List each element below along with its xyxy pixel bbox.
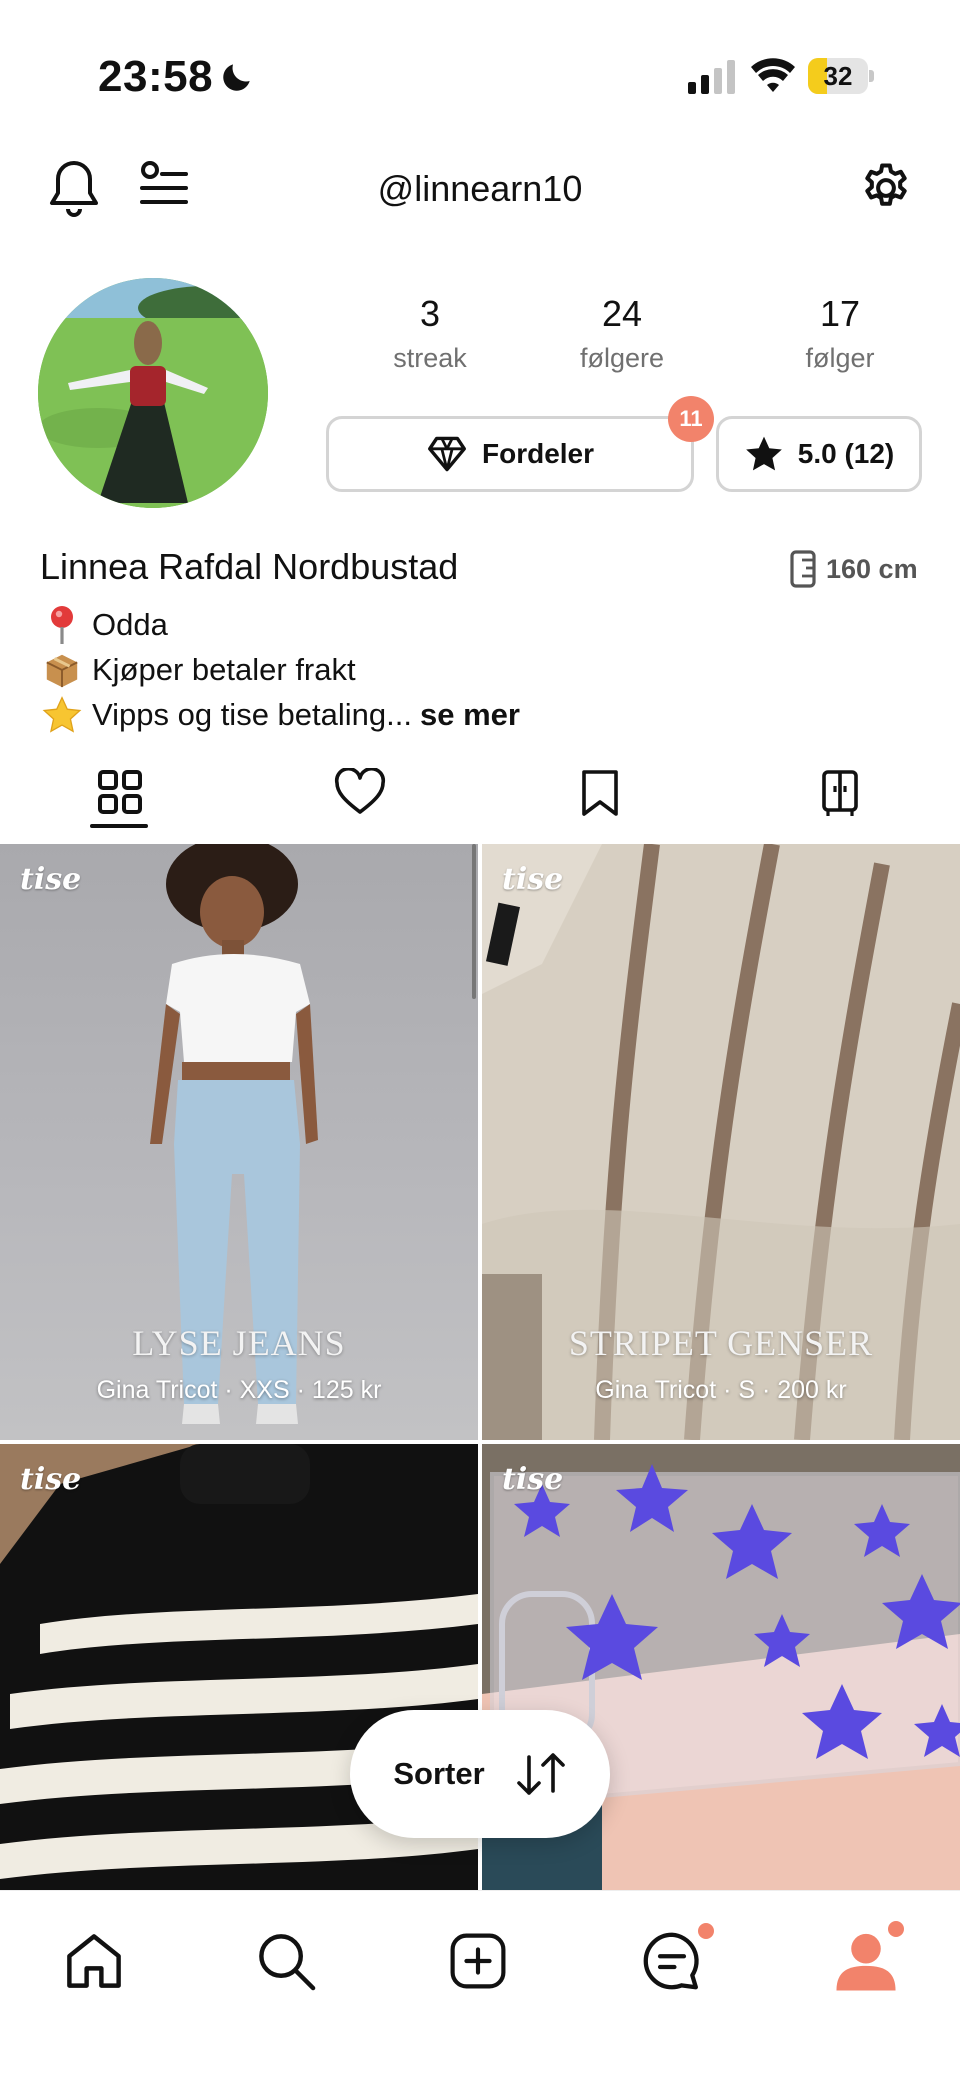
nav-search[interactable] <box>246 1921 326 2001</box>
perks-label: Fordeler <box>481 438 595 469</box>
ruler-icon <box>790 550 816 588</box>
profile-username: @linnearn10 <box>377 168 583 209</box>
stat-streak[interactable]: 3 streak <box>330 290 530 378</box>
battery-level: 32 <box>823 61 853 91</box>
tise-logo: tise <box>20 1462 82 1497</box>
cellular-signal-icon <box>688 60 735 94</box>
grid-icon <box>98 770 142 814</box>
tise-logo: tise <box>502 1462 564 1497</box>
listing-title: LYSE JEANS <box>132 1323 346 1363</box>
package-icon <box>40 648 84 692</box>
battery-indicator: 32 <box>808 58 874 94</box>
bio-line: Odda <box>40 602 520 647</box>
avatar-photo <box>38 278 268 508</box>
listing-details: Gina Tricot · XXS · 125 kr <box>96 1376 382 1404</box>
perks-badge: 11 <box>668 396 714 442</box>
stat-label: streak <box>393 343 467 373</box>
tab-wardrobe[interactable] <box>780 756 900 840</box>
profile-stats: 3 streak 24 følgere 17 følger <box>330 290 950 390</box>
profile-bio: Odda Kjøper betaler frakt Vipps og tise … <box>40 602 520 737</box>
tise-logo: tise <box>20 862 82 897</box>
profile-icon <box>836 1933 896 1991</box>
profile-header: @linnearn10 <box>0 150 960 230</box>
stat-followers[interactable]: 24 følgere <box>522 290 722 378</box>
sort-button[interactable]: Sorter <box>350 1710 610 1838</box>
perks-button[interactable]: Fordeler <box>326 416 694 492</box>
diamond-icon <box>427 436 466 472</box>
rating-label: 5.0 (12) <box>797 438 895 469</box>
stat-value: 3 <box>419 293 441 334</box>
wardrobe-icon <box>822 770 858 816</box>
settings-button[interactable] <box>856 158 916 218</box>
heart-icon <box>334 768 386 814</box>
bottom-navigation <box>0 1890 960 2087</box>
status-bar: 23:58 32 <box>0 0 960 150</box>
bio-text: Odda <box>92 606 168 642</box>
height-value: 160 cm <box>826 553 918 584</box>
status-time: 23:58 <box>98 52 214 101</box>
nav-home[interactable] <box>54 1921 134 2001</box>
profile-full-name: Linnea Rafdal Nordbustad <box>40 546 459 587</box>
rating-button[interactable]: 5.0 (12) <box>716 416 922 492</box>
activity-list-button[interactable] <box>136 158 192 214</box>
stat-label: følger <box>805 343 875 373</box>
moon-icon <box>223 64 250 91</box>
listing-details: Gina Tricot · S · 200 kr <box>595 1376 847 1404</box>
profile-height: 160 cm <box>790 550 918 588</box>
sort-arrows-icon <box>516 1753 565 1795</box>
bookmark-icon <box>582 770 618 816</box>
scroll-indicator <box>472 844 476 999</box>
nav-profile[interactable] <box>826 1921 906 2001</box>
avatar[interactable] <box>38 278 268 508</box>
tab-favorites[interactable] <box>300 756 420 840</box>
stat-following[interactable]: 17 følger <box>740 290 940 378</box>
nav-add-listing[interactable] <box>438 1921 518 2001</box>
search-icon <box>259 1934 316 1991</box>
add-icon <box>450 1933 506 1989</box>
wifi-icon <box>751 58 795 92</box>
stat-value: 24 <box>601 293 643 334</box>
pin-icon <box>40 603 84 647</box>
chat-icon <box>643 1932 699 1990</box>
tab-saved[interactable] <box>540 756 660 840</box>
notification-dot <box>698 1923 714 1939</box>
bio-line: Kjøper betaler frakt <box>40 647 520 692</box>
home-icon <box>67 1934 121 1988</box>
bell-icon <box>50 161 98 217</box>
see-more-link[interactable]: se mer <box>420 697 520 733</box>
nav-messages[interactable] <box>632 1921 714 2001</box>
bio-text: Kjøper betaler frakt <box>92 651 356 687</box>
bio-text: Vipps og tise betaling... <box>92 696 412 732</box>
list-icon <box>140 161 188 204</box>
stat-label: følgere <box>579 343 665 373</box>
sort-label: Sorter <box>393 1756 485 1791</box>
bio-line: Vipps og tise betaling... se mer <box>40 692 520 737</box>
notification-dot <box>888 1921 904 1937</box>
gear-icon <box>865 163 907 206</box>
star-icon <box>745 436 782 471</box>
stat-value: 17 <box>819 293 861 334</box>
active-tab-indicator <box>90 824 148 828</box>
tise-logo: tise <box>502 862 564 897</box>
listing-title: STRIPET GENSER <box>568 1323 874 1363</box>
notifications-button[interactable] <box>44 156 104 220</box>
listing-card[interactable]: tise STRIPET GENSER Gina Tricot · S · 20… <box>482 844 960 1440</box>
star-emoji-icon <box>40 693 84 737</box>
listing-card[interactable]: tise LYSE JEANS Gina Tricot · XXS · 125 … <box>0 844 478 1440</box>
